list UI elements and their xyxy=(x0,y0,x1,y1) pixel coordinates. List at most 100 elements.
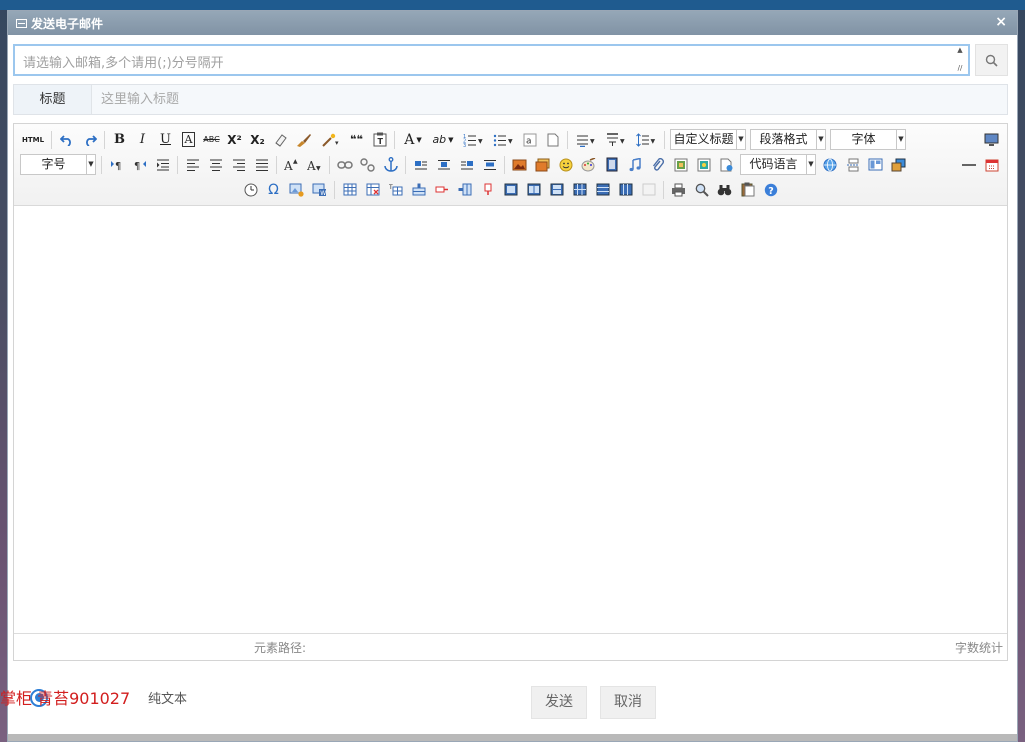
search-replace-button[interactable] xyxy=(713,179,736,200)
word-image-button[interactable] xyxy=(887,154,910,175)
merge-right-button[interactable] xyxy=(522,179,545,200)
insert-date-button[interactable] xyxy=(980,154,1003,175)
html-source-button[interactable]: HTML xyxy=(18,129,48,150)
chart-button[interactable] xyxy=(637,179,660,200)
globe-icon xyxy=(823,158,836,171)
bold-button[interactable]: B xyxy=(108,129,131,150)
plain-text-label[interactable]: 纯文本 xyxy=(148,688,187,707)
chevron-down-icon: ▼ xyxy=(816,130,825,149)
insert-frame-button[interactable] xyxy=(669,154,692,175)
delete-column-button[interactable] xyxy=(476,179,499,200)
custom-title-select[interactable]: 自定义标题 ▼ xyxy=(670,129,746,150)
italic-button[interactable]: I xyxy=(131,129,154,150)
auto-format-button[interactable]: ▾ xyxy=(315,129,345,150)
scroll-up-icon[interactable]: ▲ xyxy=(953,46,967,55)
insert-music-button[interactable] xyxy=(623,154,646,175)
subject-input[interactable] xyxy=(93,85,1007,114)
align-justify-button[interactable] xyxy=(250,154,273,175)
font-color-button[interactable]: A ▼ xyxy=(398,129,428,150)
split-rows-button[interactable] xyxy=(591,179,614,200)
align-center-button[interactable] xyxy=(204,154,227,175)
link-button[interactable] xyxy=(333,154,356,175)
insert-paragraph-before-table-button[interactable]: T xyxy=(384,179,407,200)
email-scroll-arrows[interactable]: ▲ // xyxy=(953,46,967,74)
insert-row-button[interactable] xyxy=(407,179,430,200)
editor-content-area[interactable] xyxy=(14,206,1007,633)
rtl-direction-button[interactable]: ¶ xyxy=(128,154,151,175)
row-spacing-bottom-button[interactable]: ▼ xyxy=(601,129,631,150)
delete-row-button[interactable] xyxy=(430,179,453,200)
close-icon[interactable]: × xyxy=(995,14,1007,30)
email-input[interactable] xyxy=(13,44,970,76)
image-float-right-button[interactable] xyxy=(455,154,478,175)
align-right-button[interactable] xyxy=(227,154,250,175)
subscript-button[interactable]: X₂ xyxy=(246,129,269,150)
row-spacing-top-button[interactable]: ▼ xyxy=(571,129,601,150)
insert-time-button[interactable] xyxy=(239,179,262,200)
lowercase-button[interactable]: A ▼ xyxy=(303,154,326,175)
uppercase-button[interactable]: A ▲ xyxy=(280,154,303,175)
multi-image-button[interactable] xyxy=(531,154,554,175)
scrawl-button[interactable] xyxy=(577,154,600,175)
select-all-button[interactable]: a xyxy=(518,129,541,150)
unordered-list-button[interactable]: ▼ xyxy=(488,129,518,150)
search-contacts-button[interactable] xyxy=(975,44,1008,76)
insert-image-button[interactable] xyxy=(508,154,531,175)
cancel-button[interactable]: 取消 xyxy=(600,686,656,719)
merge-down-button[interactable] xyxy=(545,179,568,200)
attachment-button[interactable] xyxy=(646,154,669,175)
font-border-button[interactable]: A xyxy=(177,129,200,150)
undo-button[interactable] xyxy=(55,129,78,150)
horizontal-rule-button[interactable] xyxy=(957,154,980,175)
line-height-button[interactable]: ▼ xyxy=(631,129,661,150)
word-image-paste-button[interactable]: W xyxy=(308,179,331,200)
page-break-button[interactable] xyxy=(841,154,864,175)
indent-button[interactable] xyxy=(151,154,174,175)
insert-column-button[interactable] xyxy=(453,179,476,200)
emoticon-button[interactable] xyxy=(554,154,577,175)
insert-table-button[interactable] xyxy=(338,179,361,200)
draft-button[interactable] xyxy=(736,179,759,200)
split-cells-button[interactable] xyxy=(568,179,591,200)
template-button[interactable] xyxy=(715,154,738,175)
unlink-button[interactable] xyxy=(356,154,379,175)
font-family-select[interactable]: 字体 ▼ xyxy=(830,129,906,150)
insert-map-button[interactable] xyxy=(692,154,715,175)
blockquote-button[interactable]: ❝❝ xyxy=(345,129,368,150)
insert-image-local-button[interactable] xyxy=(285,179,308,200)
highlight-color-button[interactable]: ab ▼ xyxy=(428,129,458,150)
image-center-button[interactable] xyxy=(478,154,501,175)
split-columns-button[interactable] xyxy=(614,179,637,200)
special-chars-button[interactable]: Ω xyxy=(262,179,285,200)
ltr-direction-button[interactable]: ¶ xyxy=(105,154,128,175)
clear-document-button[interactable] xyxy=(541,129,564,150)
underline-button[interactable]: U xyxy=(154,129,177,150)
strikethrough-button[interactable]: ABC xyxy=(200,129,223,150)
paragraph-format-select[interactable]: 段落格式 ▼ xyxy=(750,129,826,150)
picture-stack-icon xyxy=(891,158,906,171)
font-size-select[interactable]: 字号 ▼ xyxy=(20,154,96,175)
print-button[interactable] xyxy=(667,179,690,200)
resize-handle-icon[interactable]: // xyxy=(953,64,967,73)
help-button[interactable]: ? xyxy=(759,179,782,200)
image-inline-button[interactable] xyxy=(432,154,455,175)
send-button[interactable]: 发送 xyxy=(531,686,587,719)
delete-table-button[interactable] xyxy=(361,179,384,200)
anchor-button[interactable] xyxy=(379,154,402,175)
web-page-button[interactable] xyxy=(818,154,841,175)
paste-plain-button[interactable]: T xyxy=(368,129,391,150)
superscript-button[interactable]: X² xyxy=(223,129,246,150)
align-left-button[interactable] xyxy=(181,154,204,175)
merge-cells-button[interactable] xyxy=(499,179,522,200)
fullscreen-button[interactable] xyxy=(980,129,1003,150)
layout-icon xyxy=(868,158,883,171)
snap-screen-button[interactable] xyxy=(864,154,887,175)
ordered-list-button[interactable]: 1 2 3 ▼ xyxy=(458,129,488,150)
preview-button[interactable] xyxy=(690,179,713,200)
format-painter-button[interactable] xyxy=(292,129,315,150)
code-language-select[interactable]: 代码语言 ▼ xyxy=(740,154,816,175)
image-float-left-button[interactable] xyxy=(409,154,432,175)
redo-button[interactable] xyxy=(78,129,101,150)
remove-format-button[interactable] xyxy=(269,129,292,150)
insert-video-button[interactable] xyxy=(600,154,623,175)
